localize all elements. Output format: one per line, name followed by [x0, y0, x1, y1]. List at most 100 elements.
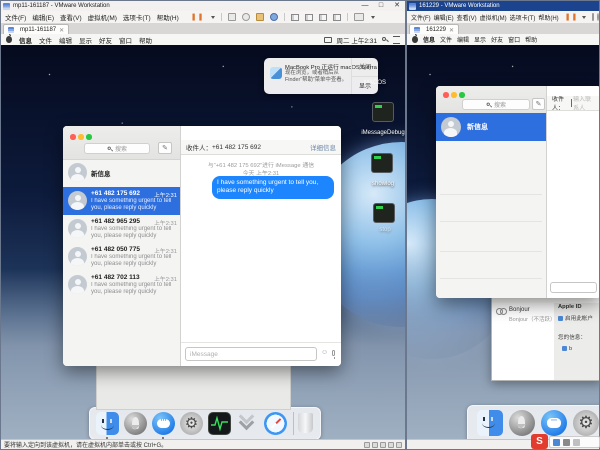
stop-icon[interactable] — [373, 203, 395, 223]
apple-menu-icon[interactable] — [6, 36, 12, 43]
mac-menu-window[interactable]: 窗口 — [508, 35, 520, 44]
minimize-traffic-light[interactable] — [78, 134, 84, 140]
conversation-row[interactable]: 新信息 — [63, 159, 180, 187]
send-cad-icon[interactable] — [592, 13, 594, 21]
sogou-logo[interactable]: S — [531, 434, 548, 449]
mac-menu-file[interactable]: 文件 — [440, 35, 452, 44]
sogou-keyboard-icon[interactable] — [553, 439, 560, 446]
fullscreen-dropdown-icon[interactable] — [371, 16, 375, 19]
send-cad-icon[interactable] — [228, 13, 236, 21]
account-name[interactable]: Bonjour — [509, 307, 530, 313]
show-thumbnail-icon[interactable] — [305, 14, 313, 21]
display-menu-icon[interactable] — [324, 37, 332, 43]
menubar-clock[interactable]: 周二 上午2:31 — [337, 35, 377, 45]
reachable-option-checkbox[interactable]: b — [562, 346, 572, 352]
conversation-row[interactable]: +61 482 050 775 上午2:31 I have something … — [63, 243, 180, 271]
fullscreen-icon[interactable] — [354, 13, 364, 21]
emoji-icon[interactable]: ☺ — [321, 349, 328, 356]
menu-tab[interactable]: 选项卡(T) — [123, 12, 151, 22]
close-button[interactable]: ✕ — [389, 1, 405, 11]
mac-menu-file[interactable]: 文件 — [39, 35, 52, 45]
conversation-row[interactable]: +61 482 702 113 上午2:31 I have something … — [63, 271, 180, 299]
vm-screen-right[interactable]: 信息 文件 编辑 显示 好友 窗口 帮助 Bonjour Bonjour（不活跃… — [407, 34, 599, 439]
mac-menu-messages[interactable]: 信息 — [423, 35, 435, 44]
messages-dock-icon[interactable]: ⋯ — [152, 412, 175, 435]
show-library-icon[interactable] — [291, 14, 299, 21]
notification-close-button[interactable]: 关闭 — [352, 58, 378, 77]
titlebar-left[interactable]: mp11-161187 - VMware Workstation — □ ✕ — [1, 1, 405, 11]
trash-dock-icon[interactable] — [298, 413, 313, 433]
vm-screen-left[interactable]: 信息 文件 编辑 显示 好友 窗口 帮助 周二 上午2:31 MacBook P… — [1, 34, 405, 439]
background-window[interactable] — [96, 365, 291, 410]
notification-banner[interactable]: MacBook Pro 正运行 macOS Sierra 现在浏览，或者稍后从 … — [264, 58, 378, 94]
pause-icon[interactable]: ❚❚ — [565, 13, 579, 21]
sogou-toolbar[interactable] — [549, 436, 600, 448]
close-traffic-light[interactable] — [70, 134, 76, 140]
unity-view-icon[interactable] — [333, 14, 341, 21]
zoom-traffic-light[interactable] — [459, 92, 465, 98]
message-input[interactable] — [550, 282, 597, 293]
pause-dropdown-icon[interactable] — [582, 16, 586, 19]
finder-dock-icon[interactable] — [477, 410, 503, 436]
menu-view[interactable]: 查看(V) — [457, 13, 477, 22]
compose-button[interactable]: ✎ — [532, 98, 545, 110]
mac-menu-window[interactable]: 窗口 — [119, 35, 132, 45]
compose-button[interactable]: ✎ — [158, 142, 172, 154]
activity-monitor-dock-icon[interactable] — [208, 412, 231, 435]
snapshot-clock-icon[interactable] — [242, 13, 250, 21]
pause-dropdown-icon[interactable] — [211, 16, 215, 19]
menu-vm[interactable]: 虚拟机(M) — [480, 13, 507, 22]
launchpad-dock-icon[interactable] — [509, 410, 535, 436]
imessagedebug-label[interactable]: iMessageDebug — [353, 130, 405, 136]
minimize-button[interactable]: — — [357, 1, 373, 11]
mac-menu-messages[interactable]: 信息 — [19, 35, 32, 45]
notification-show-button[interactable]: 显示 — [352, 77, 378, 95]
recipient-row[interactable]: 收件人： +61 482 175 692 详细信息 — [181, 140, 341, 155]
zoom-traffic-light[interactable] — [86, 134, 92, 140]
status-usb-icon[interactable] — [396, 442, 402, 448]
imessagedebug-icon[interactable] — [372, 102, 394, 122]
pause-icon[interactable]: ❚❚ — [191, 13, 205, 21]
conversation-row-selected[interactable]: 新信息 — [436, 113, 546, 141]
mac-menu-help[interactable]: 帮助 — [139, 35, 152, 45]
conversation-row-selected[interactable]: +61 482 175 692 上午2:31 I have something … — [63, 187, 180, 215]
titlebar-right[interactable]: 161229 - VMware Workstation — [407, 1, 599, 11]
messages-window-left[interactable]: 搜索 ✎ 新信息 +61 482 175 692 上午2:31 I have s… — [63, 126, 341, 366]
mac-menu-view[interactable]: 显示 — [79, 35, 92, 45]
console-view-icon[interactable] — [319, 14, 327, 21]
search-input[interactable]: 搜索 — [84, 143, 150, 154]
tab-close-icon[interactable]: ✕ — [59, 27, 64, 34]
snapshot-clock-icon[interactable] — [597, 13, 599, 21]
mac-menu-view[interactable]: 显示 — [474, 35, 486, 44]
mac-menu-help[interactable]: 帮助 — [525, 35, 537, 44]
showlog-icon[interactable] — [371, 153, 393, 173]
menu-edit[interactable]: 编辑(E) — [434, 13, 454, 22]
mac-menu-buddies[interactable]: 好友 — [491, 35, 503, 44]
enable-account-checkbox[interactable]: 启用此帐户 — [558, 314, 593, 322]
stop-label[interactable]: stop — [355, 227, 405, 233]
safari-dock-icon[interactable] — [264, 412, 287, 435]
menu-help[interactable]: 帮助(H) — [157, 12, 179, 22]
menu-view[interactable]: 查看(V) — [60, 12, 82, 22]
launchpad-dock-icon[interactable] — [124, 412, 147, 435]
installer-dock-icon[interactable] — [236, 412, 259, 435]
conversation-row[interactable]: +61 482 965 295 上午2:31 I have something … — [63, 215, 180, 243]
menu-file[interactable]: 文件(F) — [411, 13, 431, 22]
system-preferences-dock-icon[interactable]: ⚙ — [573, 410, 599, 436]
take-snapshot-icon[interactable] — [256, 13, 264, 21]
mac-menu-edit[interactable]: 编辑 — [457, 35, 469, 44]
menu-tab[interactable]: 选项卡(T) — [510, 13, 536, 22]
system-preferences-dock-icon[interactable]: ⚙ — [180, 412, 203, 435]
messages-preferences-window[interactable]: Bonjour Bonjour（不活跃） Apple ID 启用此帐户 您的信息… — [491, 294, 599, 381]
notification-center-icon[interactable] — [393, 36, 400, 44]
tab-close-icon[interactable]: ✕ — [449, 27, 454, 34]
microphone-icon[interactable] — [332, 350, 335, 356]
status-hdd-icon[interactable] — [364, 442, 370, 448]
sogou-settings-icon[interactable] — [573, 439, 580, 446]
search-input[interactable]: 搜索 — [462, 99, 530, 110]
status-sound-icon[interactable] — [388, 442, 394, 448]
menu-help[interactable]: 帮助(H) — [538, 13, 558, 22]
apple-menu-icon[interactable] — [412, 36, 418, 43]
recipient-row[interactable]: 收件人： 输入联系人 — [547, 96, 599, 111]
spotlight-icon[interactable] — [382, 37, 388, 43]
